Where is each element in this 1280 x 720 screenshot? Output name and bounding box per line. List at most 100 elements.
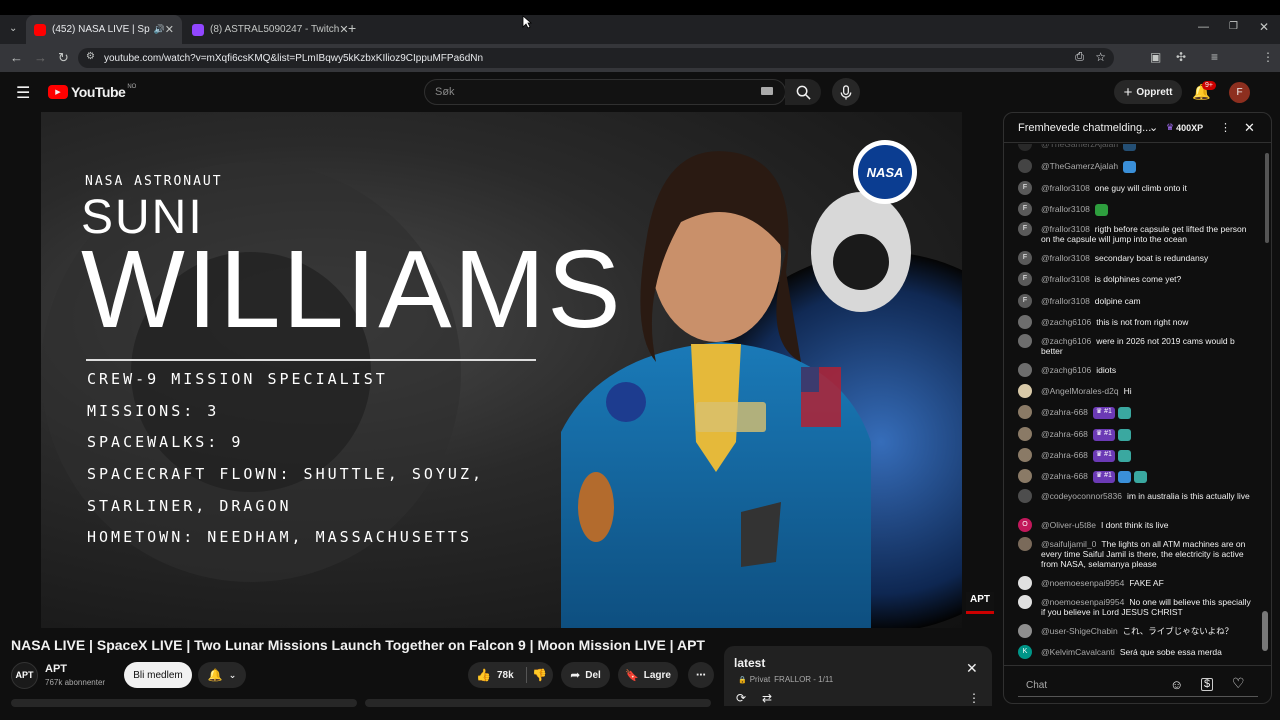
chat-text: this is not from right now [1096, 317, 1189, 327]
chat-message: F @frallor3108 secondary boat is redundans… [1018, 251, 1254, 265]
chat-menu-icon[interactable]: ⋮ [1220, 121, 1231, 134]
like-count[interactable]: 78k [497, 670, 514, 681]
chat-author[interactable]: @KelvimCavalcanti [1041, 647, 1115, 659]
youtube-logo[interactable]: ▶ YouTube NO [48, 84, 136, 100]
chat-author[interactable]: @zahra-668 [1041, 407, 1088, 419]
crown-icon: ♛ [1166, 122, 1175, 132]
video-missions: MISSIONS: 3 [87, 402, 220, 420]
emoji-picker-icon[interactable]: ☺ [1170, 677, 1183, 692]
chat-author[interactable]: @AngelMorales-d2q [1041, 386, 1119, 398]
browser-tab-youtube[interactable]: (452) NASA LIVE | SpaceX LI 🔊 ✕ [26, 15, 182, 44]
rank-badge: ♛ #1 [1092, 450, 1115, 462]
chat-author[interactable]: @frallor3108 [1041, 296, 1090, 308]
media-control-icon[interactable]: ≡ [1211, 50, 1218, 64]
heart-icon[interactable]: ♡ [1232, 675, 1245, 692]
notifications-button[interactable]: 🔔 9+ [1192, 81, 1216, 102]
browser-menu-icon[interactable]: ⋮ [1262, 50, 1274, 64]
close-tab-icon[interactable]: ✕ [165, 23, 174, 36]
chat-author[interactable]: @zachg6106 [1041, 317, 1091, 329]
chat-author[interactable]: @TheGamerzAjalah [1041, 144, 1118, 151]
restore-icon[interactable]: ❐ [1229, 21, 1238, 32]
browser-tab-twitch[interactable]: (8) ASTRAL5090247 - Twitch ✕ [184, 15, 349, 44]
chat-author[interactable]: @Oliver-u5t8e [1041, 520, 1096, 532]
account-avatar[interactable]: F [1229, 82, 1250, 103]
extensions-puzzle-icon[interactable]: ✣ [1176, 50, 1186, 64]
chat-author[interactable]: @zahra-668 [1041, 429, 1088, 441]
more-actions-button[interactable]: ⋯ [688, 662, 714, 688]
search-button[interactable] [785, 79, 821, 105]
channel-avatar[interactable]: APT [11, 662, 38, 689]
browser-tab-bar: ⌄ (452) NASA LIVE | SpaceX LI 🔊 ✕ (8) AS… [0, 15, 1280, 44]
chat-author[interactable]: @codeyoconnor5836 [1041, 491, 1122, 501]
chat-author[interactable]: @zachg6106 [1041, 336, 1091, 346]
comment-box-edge [365, 699, 711, 707]
chat-author[interactable]: @frallor3108 [1041, 253, 1090, 265]
chat-author[interactable]: @user-ShigeChabin [1041, 626, 1118, 638]
new-tab-icon[interactable]: + [348, 20, 356, 36]
chat-message: F @frallor3108 rigth before capsule get li… [1018, 222, 1254, 244]
chat-author[interactable]: @frallor3108 [1041, 204, 1090, 216]
close-chat-icon[interactable]: ✕ [1244, 120, 1255, 136]
share-button[interactable]: ➦ Del [561, 662, 610, 688]
playlist-title[interactable]: latest [734, 656, 765, 670]
close-window-icon[interactable]: ✕ [1259, 20, 1269, 34]
avatar [1018, 427, 1032, 441]
chat-input[interactable]: Chat [1018, 675, 1258, 697]
reload-icon[interactable]: ↻ [58, 50, 69, 66]
dislike-icon[interactable]: 👎 [532, 668, 547, 682]
super-chat-icon[interactable]: $ [1201, 678, 1214, 691]
like-icon[interactable]: 👍 [476, 668, 491, 682]
lock-icon: 🔒 [738, 676, 747, 684]
chat-message: @noemoesenpai9954 FAKE AF [1018, 576, 1254, 590]
save-button[interactable]: 🔖 Lagre [618, 662, 678, 688]
speaker-icon[interactable]: 🔊 [154, 24, 165, 35]
tab-search-icon[interactable]: ⌄ [9, 23, 17, 34]
chat-author[interactable]: @frallor3108 [1041, 224, 1090, 234]
chat-author[interactable]: @saifuljamil_0 [1041, 539, 1096, 549]
bookmark-star-icon[interactable]: ☆ [1095, 50, 1106, 64]
chat-text: is dolphines come yet? [1094, 274, 1182, 284]
address-bar[interactable]: ⚙ youtube.com/watch?v=mXqfi6csKMQ&list=P… [78, 48, 1114, 68]
voice-search-button[interactable] [832, 78, 860, 106]
join-button[interactable]: Bli medlem [124, 662, 192, 688]
chat-messages-list: @TheGamerzAjalah @TheGamerzAjalah F @fral… [1004, 144, 1271, 664]
chat-author[interactable]: @frallor3108 [1041, 183, 1090, 195]
loop-icon[interactable]: ⟳ [736, 691, 746, 705]
chevron-down-icon[interactable]: ⌄ [1149, 121, 1158, 134]
playlist-menu-icon[interactable]: ⋮ [968, 691, 980, 705]
tab-label: (8) ASTRAL5090247 - Twitch [210, 24, 340, 35]
hamburger-menu-icon[interactable]: ☰ [16, 83, 30, 103]
avatar: F [1018, 272, 1032, 286]
xp-indicator[interactable]: ♛ 400XP [1166, 122, 1203, 133]
browser-toolbar: ← → ↻ ⚙ youtube.com/watch?v=mXqfi6csKMQ&… [0, 44, 1280, 109]
chat-author[interactable]: @zahra-668 [1041, 450, 1088, 462]
search-input[interactable]: Søk [424, 79, 786, 105]
chat-scrollbar[interactable] [1265, 153, 1269, 243]
chat-author[interactable]: @zachg6106 [1041, 365, 1091, 377]
save-label: Lagre [643, 669, 671, 681]
rank-badge-text: #1 [1104, 451, 1112, 458]
rank-badge: ♛ #1 [1092, 429, 1115, 441]
chat-scrollbar-thumb[interactable] [1262, 611, 1268, 651]
chat-author[interactable]: @zahra-668 [1041, 471, 1088, 483]
back-icon[interactable]: ← [10, 50, 23, 65]
chat-author[interactable]: @frallor3108 [1041, 274, 1090, 286]
keyboard-icon[interactable] [761, 87, 773, 95]
close-playlist-icon[interactable]: ✕ [966, 660, 978, 677]
minimize-icon[interactable]: — [1198, 21, 1209, 33]
chat-author[interactable]: @noemoesenpai9954 [1041, 597, 1124, 607]
site-info-icon[interactable]: ⚙ [86, 51, 95, 62]
shuffle-icon[interactable]: ⇄ [762, 691, 772, 705]
chat-message: @zachg6106 idiots [1018, 363, 1254, 377]
extension-icon[interactable]: ▣ [1150, 50, 1161, 64]
video-player[interactable]: NASA ASTRONAUT SUNI WILLIAMS CREW-9 MISS… [41, 112, 962, 628]
subscribe-notifications-button[interactable]: 🔔 ⌄ [198, 662, 246, 688]
install-icon[interactable]: ⎙ [1075, 51, 1084, 64]
channel-name[interactable]: APT [45, 663, 67, 675]
chat-author[interactable]: @noemoesenpai9954 [1041, 578, 1124, 590]
create-button[interactable]: + Opprett [1114, 80, 1182, 104]
chat-mode-label[interactable]: Fremhevede chatmelding... [1018, 122, 1151, 134]
chat-message: @saifuljamil_0 The lights on all ATM mach… [1018, 537, 1254, 569]
forward-icon[interactable]: → [34, 50, 47, 65]
chat-author[interactable]: @TheGamerzAjalah [1041, 161, 1118, 173]
